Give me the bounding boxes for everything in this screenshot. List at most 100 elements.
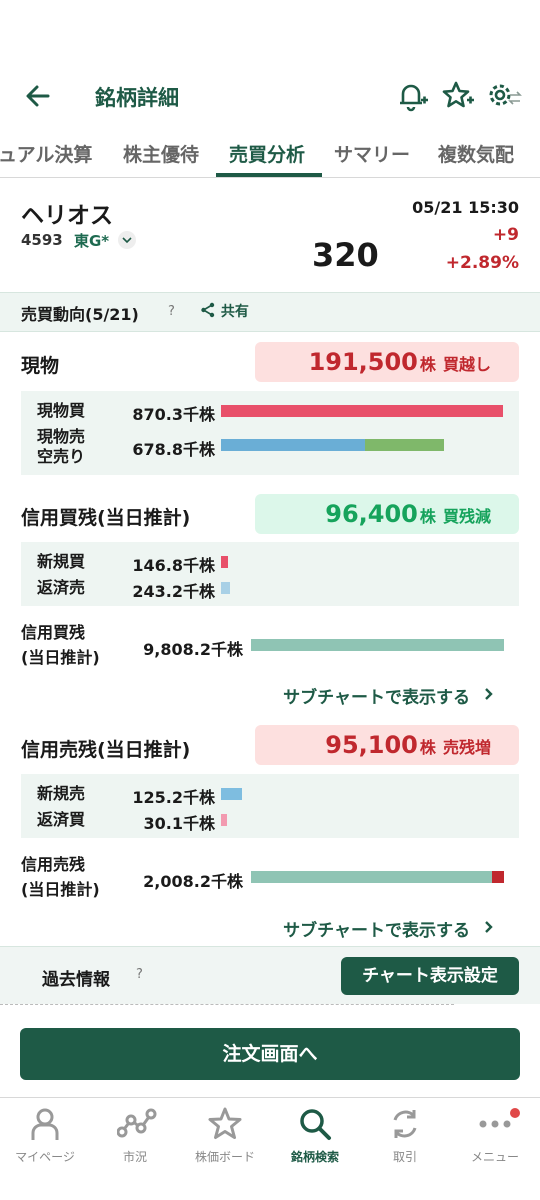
back-button[interactable]	[22, 80, 54, 112]
nav-stock-board-label: 株価ボード	[194, 1150, 255, 1164]
margin-buy-badge-label: 買残減	[442, 507, 491, 526]
nav-trade[interactable]: 取引	[360, 1098, 450, 1178]
share-icon	[201, 302, 215, 318]
help-icon[interactable]: ?	[168, 304, 175, 319]
nav-mypage-label: マイページ	[15, 1150, 75, 1164]
price-change: +9	[492, 225, 519, 245]
chevron-right-icon	[485, 921, 493, 933]
nav-menu[interactable]: メニュー	[450, 1098, 540, 1178]
current-price: 320	[312, 236, 379, 274]
spot-sell-value: 678.8千株	[132, 440, 215, 459]
margin-buy-total-bar	[251, 639, 504, 651]
nav-trade-label: 取引	[392, 1150, 417, 1164]
new-buy-value: 146.8千株	[132, 556, 215, 575]
new-buy-bar	[221, 556, 228, 568]
past-info-title: 過去情報	[42, 970, 110, 990]
spot-buy-label: 現物買	[37, 401, 86, 420]
star-icon	[208, 1107, 242, 1139]
share-label: 共有	[220, 304, 249, 320]
margin-buy-total-label-1: 信用買残	[21, 623, 86, 642]
stock-name: ヘリオス	[21, 203, 113, 229]
new-sell-value: 125.2千株	[132, 788, 215, 807]
margin-sell-subchart-chevron[interactable]	[482, 917, 496, 937]
market-dropdown-button[interactable]	[118, 231, 136, 249]
spot-badge-unit: 株	[419, 355, 436, 374]
new-buy-label: 新規買	[37, 552, 86, 571]
past-help-icon[interactable]: ?	[136, 967, 143, 982]
spot-badge: 191,500 株 買越し	[255, 342, 519, 382]
repay-sell-bar	[221, 582, 230, 594]
chart-settings-button[interactable]: チャート表示設定	[341, 957, 519, 995]
margin-sell-title: 信用売残(当日推計)	[21, 739, 191, 761]
repay-buy-bar	[221, 814, 227, 826]
margin-buy-total-value: 9,808.2千株	[143, 640, 243, 659]
alert-bell-button[interactable]	[394, 78, 430, 114]
spot-buy-value: 870.3千株	[132, 405, 215, 424]
margin-buy-badge-unit: 株	[419, 507, 436, 526]
repay-sell-value: 243.2千株	[132, 582, 215, 601]
settings-button[interactable]	[484, 78, 522, 114]
market-icon	[117, 1108, 157, 1138]
tab-summary[interactable]: サマリー	[334, 140, 410, 167]
tab-quarterly-results[interactable]: ュアル決算	[0, 140, 92, 167]
divider	[0, 1004, 454, 1005]
margin-buy-title: 信用買残(当日推計)	[21, 507, 191, 529]
margin-buy-badge: 96,400 株 買残減	[255, 494, 519, 534]
nav-mypage[interactable]: マイページ	[0, 1098, 90, 1178]
tab-trade-analysis[interactable]: 売買分析	[229, 140, 305, 167]
repay-sell-label: 返済売	[37, 578, 86, 597]
favorite-add-button[interactable]	[440, 78, 476, 114]
bell-plus-icon	[400, 84, 428, 112]
price-datetime: 05/21 15:30	[412, 198, 519, 217]
search-icon	[300, 1109, 331, 1140]
margin-sell-total-value: 2,008.2千株	[143, 872, 243, 891]
star-plus-icon	[442, 81, 474, 108]
page-title: 銘柄詳細	[95, 86, 179, 110]
order-button[interactable]: 注文画面へ	[20, 1028, 520, 1080]
spot-sell-label: 現物売 空売り	[37, 427, 86, 466]
margin-sell-subchart-link[interactable]: サブチャートで表示する	[283, 916, 470, 941]
margin-sell-badge-unit: 株	[419, 738, 436, 757]
past-info-header: 過去情報 ? チャート表示設定	[0, 946, 540, 1004]
new-sell-bar	[221, 788, 242, 800]
nav-menu-label: メニュー	[470, 1150, 519, 1164]
nav-stock-search[interactable]: 銘柄検索	[270, 1098, 360, 1178]
trade-trend-header: 売買動向(5/21) ? 共有	[0, 292, 540, 332]
spot-buy-bar	[221, 405, 503, 417]
margin-buy-box: 新規買 146.8千株 返済売 243.2千株	[21, 542, 519, 606]
margin-buy-subchart-chevron[interactable]	[482, 684, 496, 704]
repay-buy-value: 30.1千株	[143, 814, 215, 833]
tab-multiple-quotes[interactable]: 複数気配	[438, 140, 514, 167]
back-arrow-icon	[26, 85, 50, 107]
notification-badge	[510, 1108, 520, 1118]
margin-sell-box: 新規売 125.2千株 返済買 30.1千株	[21, 774, 519, 838]
margin-sell-badge-label: 売残増	[442, 738, 491, 757]
spot-box: 現物買 870.3千株 現物売 空売り 678.8千株	[21, 391, 519, 475]
market-selector[interactable]: 東G*	[74, 230, 109, 251]
margin-sell-total-label-2: (当日推計)	[21, 880, 100, 899]
nav-market[interactable]: 市況	[90, 1098, 180, 1178]
tab-shareholder-benefits[interactable]: 株主優待	[123, 140, 199, 167]
margin-buy-subchart-link[interactable]: サブチャートで表示する	[283, 683, 470, 708]
person-icon	[31, 1108, 59, 1140]
spot-badge-label: 買越し	[442, 355, 491, 374]
app-header: 銘柄詳細	[0, 64, 540, 128]
chevron-down-icon	[122, 237, 132, 244]
gear-swap-icon	[489, 84, 522, 106]
margin-buy-badge-number: 96,400	[325, 500, 418, 528]
nav-stock-board[interactable]: 株価ボード	[180, 1098, 270, 1178]
price-change-percent: +2.89%	[445, 253, 519, 273]
repay-buy-label: 返済買	[37, 810, 86, 829]
margin-buy-total-label-2: (当日推計)	[21, 648, 100, 667]
trade-icon	[393, 1110, 417, 1138]
tab-bar: ュアル決算 株主優待 売買分析 サマリー 複数気配	[0, 132, 540, 178]
margin-sell-total-bar	[251, 871, 492, 883]
nav-market-label: 市況	[122, 1150, 147, 1164]
nav-stock-search-label: 銘柄検索	[290, 1150, 339, 1164]
bottom-nav: マイページ 市況 株価ボード 銘柄検索 取引 メニュー	[0, 1097, 540, 1200]
margin-sell-badge: 95,100 株 売残増	[255, 725, 519, 765]
chevron-right-icon	[485, 688, 493, 700]
margin-sell-badge-number: 95,100	[325, 731, 418, 759]
share-button[interactable]: 共有	[200, 301, 249, 321]
short-sell-bar	[364, 439, 444, 451]
